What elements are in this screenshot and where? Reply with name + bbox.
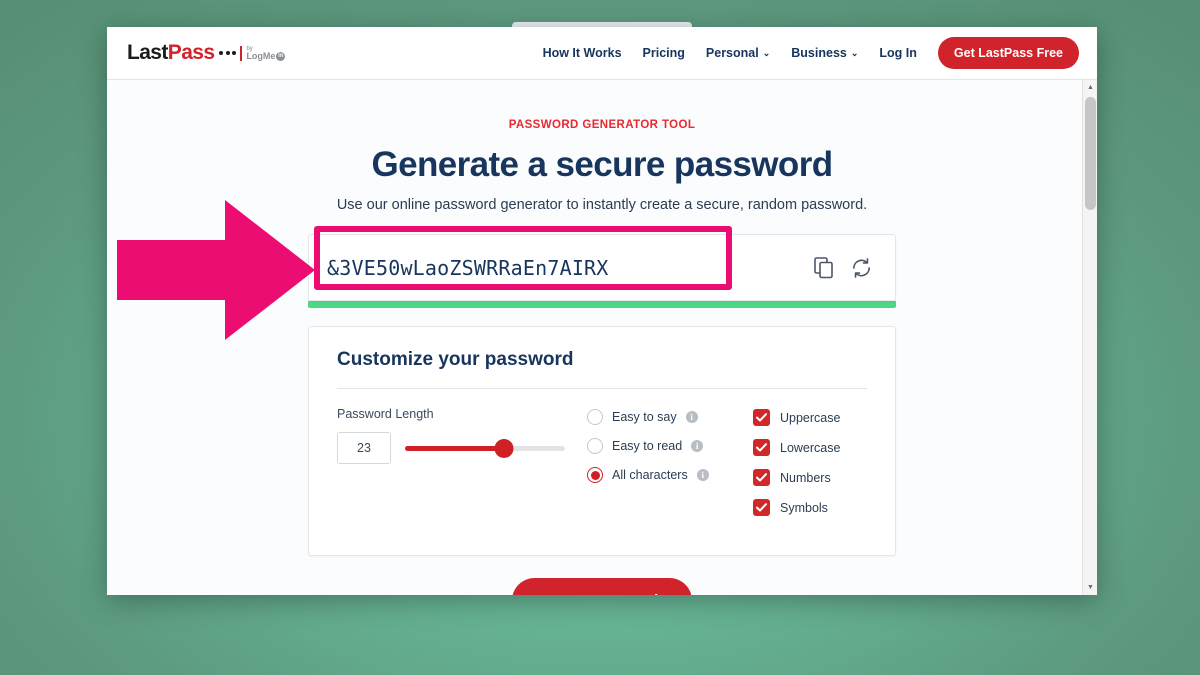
nav-item-business[interactable]: Business ⌄ (791, 46, 858, 60)
password-strength-bar (308, 301, 896, 308)
password-type-radio-group: Easy to say i Easy to read i All charact… (587, 407, 737, 496)
nav-item-how-it-works[interactable]: How It Works (543, 46, 622, 60)
scrollbar-thumb[interactable] (1085, 97, 1096, 210)
checkbox-option-numbers[interactable]: Numbers (753, 469, 840, 486)
checkbox-checked[interactable] (753, 439, 770, 456)
checkbox-label: Symbols (780, 500, 828, 515)
password-length-slider[interactable] (405, 438, 565, 458)
radio-option-all-characters[interactable]: All characters i (587, 467, 737, 483)
logo-divider-bar (240, 45, 243, 61)
get-lastpass-free-button[interactable]: Get LastPass Free (937, 37, 1079, 69)
logo-text-last: Last (127, 41, 168, 64)
checkbox-label: Uppercase (780, 410, 841, 425)
radio-label: Easy to read (612, 439, 683, 453)
nav-item-pricing[interactable]: Pricing (643, 46, 685, 60)
info-icon[interactable]: i (696, 469, 709, 481)
checkbox-checked[interactable] (753, 499, 770, 516)
nav-label: Business (791, 46, 847, 60)
info-icon[interactable]: i (685, 411, 698, 423)
checkbox-checked[interactable] (753, 469, 770, 486)
radio-label: Easy to say (612, 410, 677, 424)
slider-thumb[interactable] (494, 438, 514, 458)
logo-dots-icon (219, 51, 237, 55)
customize-title: Customize your password (337, 349, 574, 370)
character-type-checkbox-group: Uppercase Lowercase Numbers Symbols (737, 407, 840, 529)
password-actions (814, 256, 895, 279)
main-navigation: How It Works Pricing Personal ⌄ Business ⌄… (543, 37, 1079, 69)
scroll-down-arrow-icon[interactable]: ▼ (1083, 580, 1097, 595)
radio-label: All characters (612, 468, 688, 482)
checkbox-option-lowercase[interactable]: Lowercase (753, 439, 840, 456)
password-length-group: Password Length 23 (337, 407, 587, 464)
radio-button[interactable] (587, 438, 603, 454)
slider-fill (405, 445, 505, 451)
divider (337, 388, 867, 389)
logo-logmein-lockup: by LogMe in (246, 46, 286, 61)
checkbox-label: Lowercase (780, 440, 841, 455)
logo-in-badge: in (276, 51, 286, 61)
password-length-input[interactable]: 23 (337, 432, 391, 464)
logo-logmein-text: LogMe (246, 50, 276, 61)
logo-text-pass: Pass (167, 41, 215, 64)
copy-icon[interactable] (814, 256, 834, 279)
vertical-scrollbar[interactable]: ▲ ▼ (1082, 80, 1097, 595)
nav-label: Pricing (642, 46, 685, 60)
refresh-icon[interactable] (850, 257, 873, 279)
password-length-label: Password Length (337, 407, 434, 421)
nav-label: How It Works (542, 46, 622, 60)
radio-option-easy-to-read[interactable]: Easy to read i (587, 438, 737, 454)
site-header: Last Pass by LogMe in How It Works Pricing… (107, 27, 1097, 80)
generated-password-value[interactable]: &3VE50wLaoZSWRRaEn7AIRX (309, 256, 814, 280)
checkbox-option-symbols[interactable]: Symbols (753, 499, 840, 516)
radio-option-easy-to-say[interactable]: Easy to say i (587, 409, 737, 425)
nav-label: Log In (879, 46, 917, 60)
chevron-down-icon: ⌄ (762, 47, 771, 58)
customize-password-card: Customize your password Password Length … (308, 326, 896, 556)
checkbox-label: Numbers (780, 470, 831, 485)
info-icon[interactable]: i (691, 440, 704, 452)
generated-password-card: &3VE50wLaoZSWRRaEn7AIRX (308, 234, 896, 301)
radio-button-selected[interactable] (587, 467, 603, 483)
chevron-down-icon: ⌄ (850, 47, 859, 58)
checkbox-option-uppercase[interactable]: Uppercase (753, 409, 840, 426)
nav-item-log-in[interactable]: Log In (879, 46, 917, 60)
copy-password-button[interactable]: Copy Password (511, 578, 693, 595)
annotation-arrow (117, 200, 315, 340)
nav-label: Personal (705, 46, 759, 60)
page-title: Generate a secure password (371, 145, 833, 184)
radio-button[interactable] (587, 409, 603, 425)
page-eyebrow: PASSWORD GENERATOR TOOL (508, 119, 696, 131)
checkbox-checked[interactable] (753, 409, 770, 426)
nav-item-personal[interactable]: Personal ⌄ (706, 46, 770, 60)
lastpass-logo[interactable]: Last Pass by LogMe in (127, 41, 286, 65)
scroll-up-arrow-icon[interactable]: ▲ (1083, 80, 1097, 95)
